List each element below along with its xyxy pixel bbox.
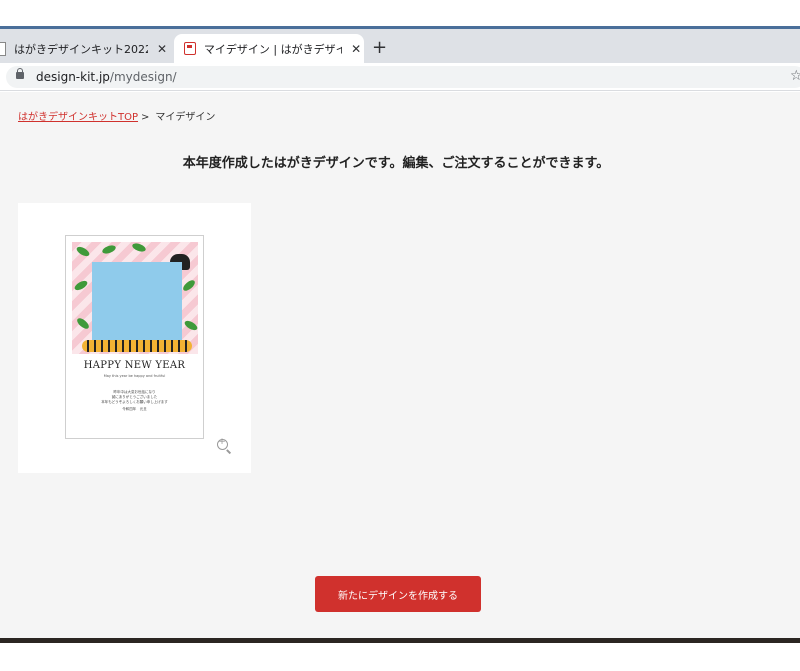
bookmark-star-icon[interactable]: ☆ xyxy=(790,68,800,84)
postcard-thumbnail[interactable]: HAPPY NEW YEAR May this year be happy an… xyxy=(65,235,204,439)
new-tab-plus-icon[interactable]: + xyxy=(372,37,387,58)
leaf-decoration xyxy=(101,243,117,256)
leaf-decoration xyxy=(131,242,147,254)
close-tab-icon[interactable]: ✕ xyxy=(348,42,364,56)
breadcrumb: はがきデザインキットTOP > マイデザイン xyxy=(18,108,215,123)
postcard-message: 昨年中は大変お世話になり 誠にありがとうございました 本年もどうぞよろしくお願い… xyxy=(66,390,203,412)
leaf-decoration xyxy=(75,244,91,259)
page-favicon-icon xyxy=(0,41,6,56)
create-new-design-button[interactable]: 新たにデザインを作成する xyxy=(315,576,481,612)
address-bar: design-kit.jp/mydesign/ xyxy=(0,63,800,91)
browser-tab-mydesign[interactable]: マイデザイン | はがきデザインキ ✕ xyxy=(174,34,364,63)
breadcrumb-current: マイデザイン xyxy=(155,112,216,123)
leaf-decoration xyxy=(73,278,89,293)
browser-tab-bar: はがきデザインキット2022 | 新 ✕ マイデザイン | はがきデザインキ ✕… xyxy=(0,29,800,63)
postcard-illustration xyxy=(72,242,198,354)
leaf-decoration xyxy=(75,316,91,331)
leaf-decoration xyxy=(183,318,198,333)
tiger-illustration xyxy=(82,340,192,352)
window-top-area xyxy=(0,0,800,26)
photo-placeholder xyxy=(92,262,182,344)
url-field[interactable]: design-kit.jp/mydesign/ xyxy=(6,66,800,88)
url-text: design-kit.jp/mydesign/ xyxy=(36,70,177,84)
screen-bottom-area xyxy=(0,643,800,671)
postcard-favicon-icon xyxy=(184,42,196,55)
postcard-title: HAPPY NEW YEAR xyxy=(83,360,186,371)
close-tab-icon[interactable]: ✕ xyxy=(154,42,170,56)
message-line: 本年もどうぞよろしくお願い申し上げます xyxy=(101,400,168,404)
url-host: design-kit.jp xyxy=(36,70,110,84)
browser-tab-kit[interactable]: はがきデザインキット2022 | 新 ✕ xyxy=(0,34,172,63)
lock-icon[interactable] xyxy=(16,68,24,79)
tab-title: マイデザイン | はがきデザインキ xyxy=(203,42,343,56)
zoom-in-icon[interactable] xyxy=(217,437,228,450)
breadcrumb-home-link[interactable]: はがきデザインキットTOP xyxy=(18,112,138,123)
breadcrumb-separator: > xyxy=(141,112,150,123)
page-heading: 本年度作成したはがきデザインです。編集、ご注文することができます。 xyxy=(182,156,610,171)
page-content: はがきデザインキットTOP > マイデザイン 本年度作成したはがきデザインです。編集… xyxy=(0,92,800,638)
url-path: /mydesign/ xyxy=(109,70,177,84)
design-card[interactable]: HAPPY NEW YEAR May this year be happy an… xyxy=(18,203,251,473)
leaf-decoration xyxy=(181,278,197,293)
message-line: 令和四年 元旦 xyxy=(122,407,147,411)
postcard-subtitle: May this year be happy and fruitful xyxy=(103,374,166,378)
tab-title: はがきデザインキット2022 | 新 xyxy=(14,42,148,56)
